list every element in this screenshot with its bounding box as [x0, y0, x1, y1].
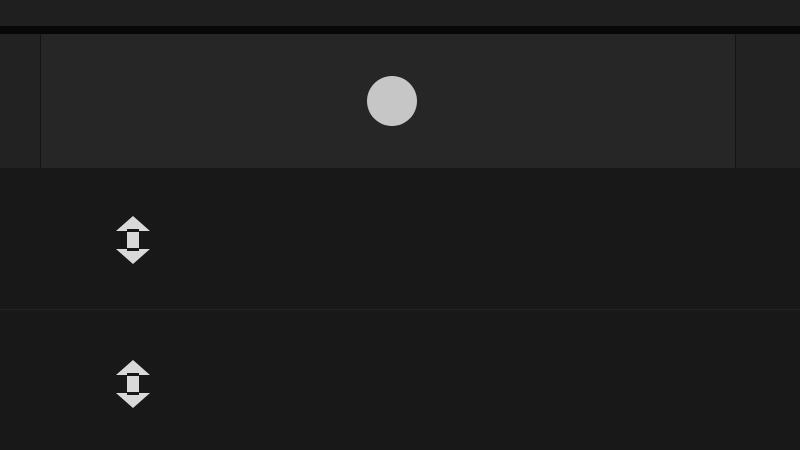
- list-row: [0, 310, 800, 450]
- list-row: [0, 168, 800, 309]
- resize-vertical-icon[interactable]: [112, 214, 154, 266]
- header-row: [0, 34, 800, 168]
- header-cell-left: [0, 34, 40, 168]
- resize-vertical-icon-graphic: [116, 360, 150, 408]
- resize-vertical-icon[interactable]: [112, 358, 154, 410]
- app-window: [0, 0, 800, 450]
- top-bar-separator: [0, 26, 800, 34]
- status-dot: [367, 76, 417, 126]
- header-cell-right: [736, 34, 800, 168]
- top-bar: [0, 0, 800, 26]
- resize-vertical-icon-graphic: [116, 216, 150, 264]
